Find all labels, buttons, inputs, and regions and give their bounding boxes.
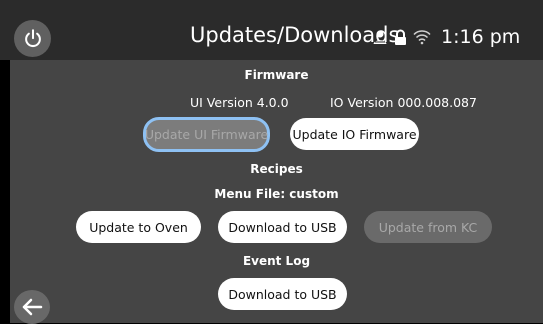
screen: Updates/Downloads 1:16 pm Firmware UI Ve… xyxy=(0,0,543,324)
update-io-firmware-button[interactable]: Update IO Firmware xyxy=(290,118,419,150)
arrow-left-icon xyxy=(22,298,43,316)
user-icon xyxy=(373,30,387,44)
firmware-heading: Firmware xyxy=(244,68,309,82)
update-to-oven-button[interactable]: Update to Oven xyxy=(76,211,201,243)
top-bar: Updates/Downloads 1:16 pm xyxy=(0,0,543,60)
wifi-icon xyxy=(413,30,431,45)
event-log-heading: Event Log xyxy=(242,254,311,268)
back-button[interactable] xyxy=(14,290,50,324)
status-bar: 1:16 pm xyxy=(372,23,520,51)
lock-icon xyxy=(395,29,406,45)
recipes-download-to-usb-button[interactable]: Download to USB xyxy=(218,211,347,243)
power-button[interactable] xyxy=(14,20,51,57)
update-from-kc-button[interactable]: Update from KC xyxy=(364,211,492,243)
content-panel: Firmware UI Version 4.0.0 IO Version 000… xyxy=(10,60,543,323)
io-version: IO Version 000.008.087 xyxy=(330,95,477,110)
power-icon xyxy=(24,28,41,47)
menu-file-label: Menu File: custom xyxy=(214,187,339,201)
clock: 1:16 pm xyxy=(441,26,521,48)
ui-version: UI Version 4.0.0 xyxy=(190,95,289,110)
event-log-download-to-usb-button[interactable]: Download to USB xyxy=(218,278,347,310)
recipes-heading: Recipes xyxy=(250,162,303,176)
update-ui-firmware-button[interactable]: Update UI Firmware xyxy=(143,117,270,152)
page-title: Updates/Downloads xyxy=(190,23,400,47)
